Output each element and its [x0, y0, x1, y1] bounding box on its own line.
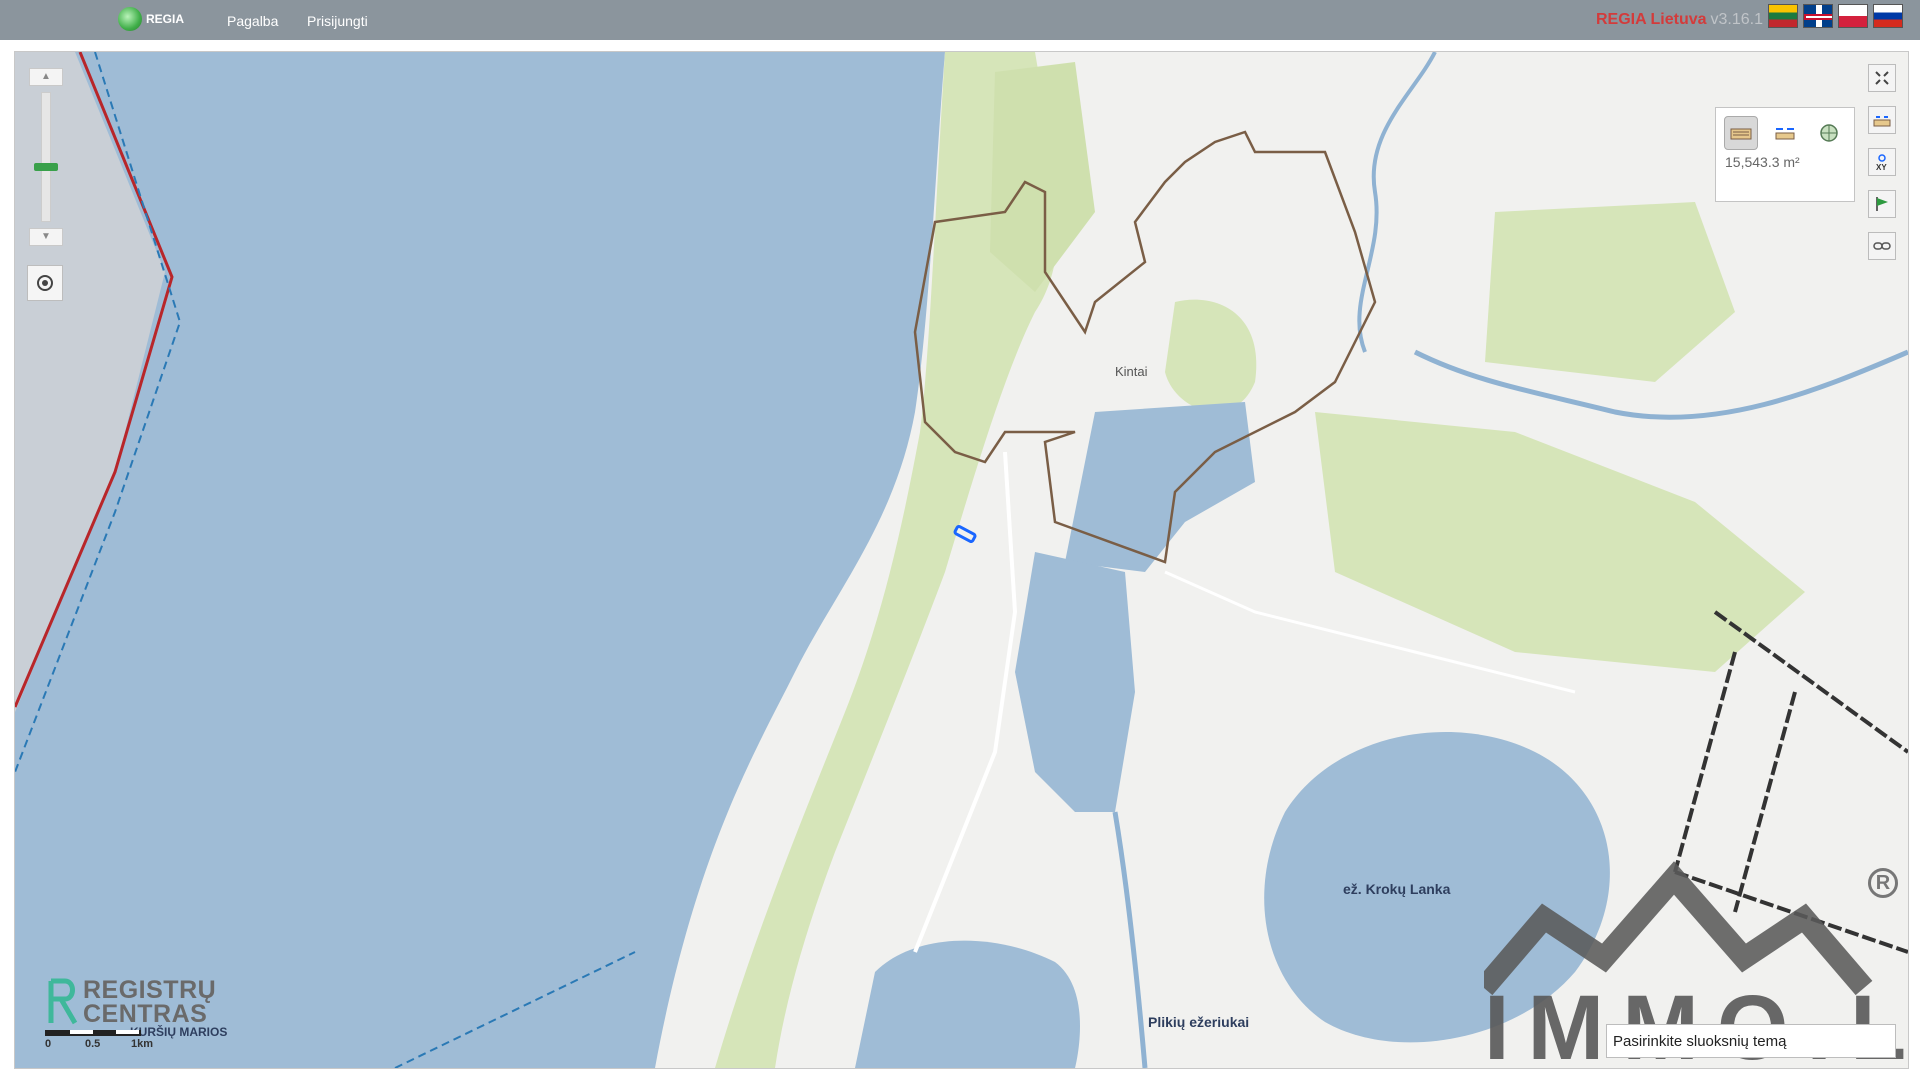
regia-logo[interactable]: REGIA [118, 7, 184, 31]
login-link[interactable]: Prisijungti [307, 13, 368, 29]
area-measure-icon [1730, 128, 1752, 140]
pl-flag-icon[interactable] [1838, 4, 1868, 28]
language-switcher [1768, 4, 1903, 28]
regia-logo-text: REGIA [146, 12, 185, 26]
app-name: REGIA Lietuva [1595, 11, 1707, 28]
scale-label-end: 1km [131, 1038, 154, 1050]
measure-ruler-icon [1873, 116, 1891, 127]
crosshair-icon [37, 275, 53, 291]
zoom-in-button[interactable]: ▲ [29, 68, 63, 86]
zoom-slider-handle[interactable] [34, 162, 58, 171]
xy-coordinates-icon: XY [1876, 154, 1887, 171]
measurement-panel: 15,543.3 m² [1715, 107, 1855, 202]
zoom-control: ▲ ▼ [29, 68, 63, 246]
scale-label-mid: 0.5 [85, 1038, 101, 1050]
globe-icon [1820, 124, 1838, 142]
scale-label-0: 0 [45, 1038, 52, 1050]
layer-theme-input[interactable] [1606, 1024, 1896, 1058]
svg-text:XY: XY [1876, 163, 1887, 171]
flag-marker-button[interactable] [1868, 190, 1896, 218]
top-bar: REGIA Pagalba Prisijungti REGIA Lietuva v… [0, 0, 1920, 40]
lake2-label: Plikių ežeriukai [1148, 1014, 1250, 1030]
measure-button[interactable] [1868, 106, 1896, 134]
help-link[interactable]: Pagalba [227, 13, 278, 29]
scale-labels: 0 0.5 1km [45, 1036, 185, 1050]
map-toolbar: XY [1868, 64, 1896, 260]
ru-flag-icon[interactable] [1873, 4, 1903, 28]
map-view[interactable]: Kintai ež. Krokų Lanka Plikių ežeriukai … [14, 51, 1909, 1069]
xy-coordinates-button[interactable]: XY [1868, 148, 1896, 176]
registru-centras-logo: REGISTRŲ CENTRAS [45, 977, 216, 1027]
link-icon [1873, 242, 1891, 250]
registru-centras-logo-icon [48, 978, 78, 1025]
lake-label: ež. Krokų Lanka [1343, 881, 1451, 897]
logo-line-1: REGISTRŲ [83, 976, 217, 1004]
area-measure-button[interactable] [1724, 116, 1758, 150]
fullscreen-icon [1875, 71, 1889, 85]
share-link-button[interactable] [1868, 232, 1896, 260]
locate-button[interactable] [27, 265, 63, 301]
globe-measure-button[interactable] [1812, 116, 1846, 150]
app-version: v3.16.1 [1710, 11, 1763, 28]
regia-logo-icon [118, 7, 142, 31]
registered-mark-icon: R [1868, 868, 1898, 898]
zoom-slider[interactable] [34, 92, 58, 222]
distance-measure-button[interactable] [1768, 116, 1802, 150]
measurement-value: 15,543.3 m² [1725, 154, 1800, 170]
lt-flag-icon[interactable] [1768, 4, 1798, 28]
registru-centras-text: REGISTRŲ CENTRAS [83, 976, 217, 1028]
measurement-tools [1716, 108, 1854, 154]
app-title: REGIA Lietuva v3.16.1 [1596, 11, 1763, 29]
distance-measure-icon [1775, 128, 1795, 140]
fullscreen-button[interactable] [1868, 64, 1896, 92]
flag-marker-icon [1876, 197, 1888, 211]
en-flag-icon[interactable] [1803, 4, 1833, 28]
town-label: Kintai [1115, 364, 1148, 379]
scale-bar: 0 0.5 1km [45, 1030, 185, 1050]
logo-line-2: CENTRAS [83, 1000, 208, 1028]
zoom-out-button[interactable]: ▼ [29, 228, 63, 246]
